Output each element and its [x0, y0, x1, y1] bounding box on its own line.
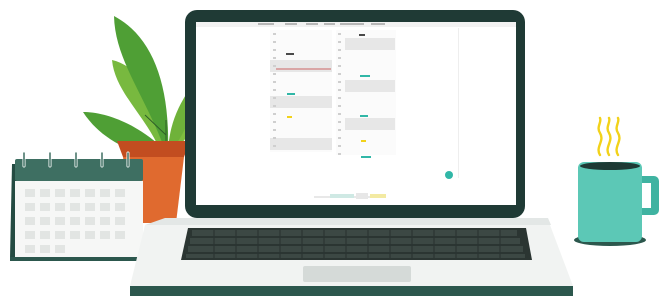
screen-left-list	[270, 30, 332, 152]
trackpad[interactable]	[303, 266, 411, 282]
illustration-scene	[10, 10, 659, 296]
screen-right-list	[336, 30, 396, 158]
floating-action-button[interactable]	[445, 171, 453, 179]
calendar-icon	[10, 151, 151, 261]
coffee-mug-icon	[574, 162, 659, 246]
laptop-screen	[196, 22, 516, 205]
steam-icon	[597, 116, 621, 157]
